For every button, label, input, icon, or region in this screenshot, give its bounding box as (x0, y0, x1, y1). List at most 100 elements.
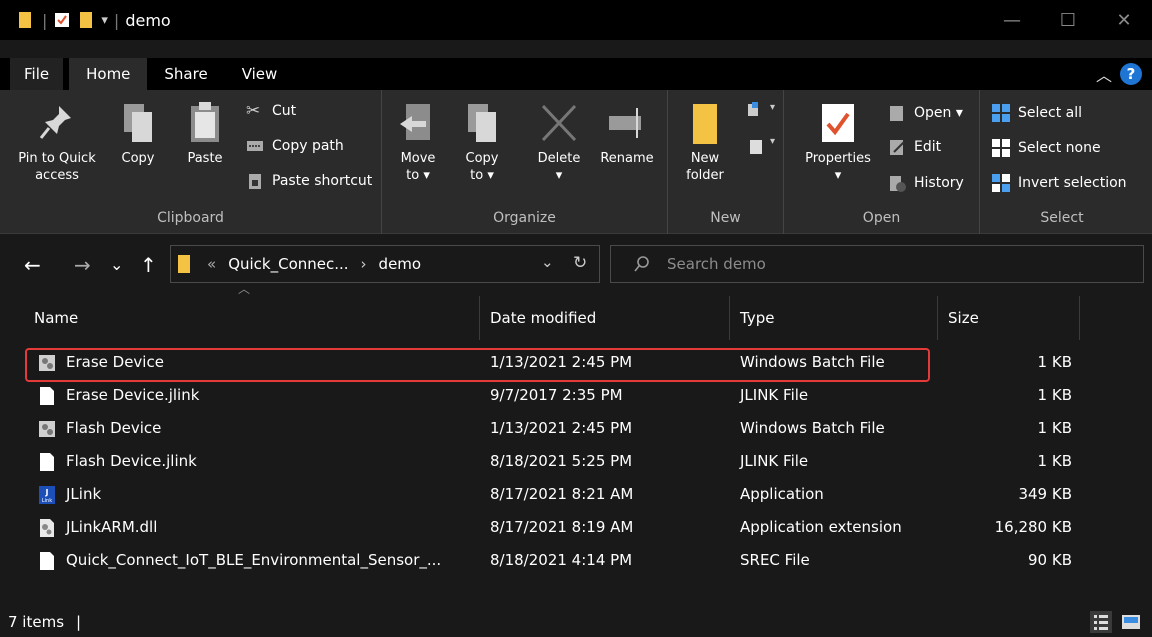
file-type: Application (740, 485, 824, 503)
history-button[interactable]: History (888, 174, 964, 192)
tab-share[interactable]: Share (147, 58, 224, 90)
file-date: 8/17/2021 8:21 AM (490, 485, 634, 503)
qat-divider: | (42, 10, 48, 30)
new-group: New folder ▾ ▾ New (668, 90, 784, 234)
select-all-icon (992, 104, 1010, 122)
help-icon[interactable]: ? (1120, 63, 1142, 85)
customize-qat-icon[interactable]: ▾ (101, 13, 108, 28)
move-to-icon (398, 100, 438, 146)
column-header-name[interactable]: Name (0, 296, 480, 340)
delete-button[interactable]: Delete ▾ (532, 100, 586, 184)
copy-to-icon (462, 100, 502, 146)
select-all-button[interactable]: Select all (992, 104, 1082, 122)
group-label-select: Select (1040, 210, 1084, 226)
item-count: 7 items (8, 613, 65, 631)
scissors-icon: ✂ (246, 101, 261, 121)
file-date: 8/18/2021 4:14 PM (490, 551, 633, 569)
file-name: Quick_Connect_IoT_BLE_Environmental_Sens… (66, 551, 442, 569)
collapse-ribbon-icon[interactable]: ︿ (1096, 62, 1112, 86)
properties-check-icon[interactable] (53, 11, 71, 29)
new-folder-button[interactable]: New folder (682, 100, 728, 184)
edit-button[interactable]: Edit (888, 138, 941, 156)
breadcrumb-demo[interactable]: demo (379, 255, 422, 273)
move-to-button[interactable]: Move to ▾ (396, 100, 440, 184)
file-row[interactable]: Flash Device 1/13/2021 2:45 PM Windows B… (0, 412, 1152, 445)
file-row[interactable]: Quick_Connect_IoT_BLE_Environmental_Sens… (0, 544, 1152, 577)
close-button[interactable]: ✕ (1096, 0, 1152, 40)
search-placeholder: Search demo (667, 255, 766, 273)
file-date: 8/18/2021 5:25 PM (490, 452, 633, 470)
file-row[interactable]: JLinkARM.dll 8/17/2021 8:19 AM Applicati… (0, 511, 1152, 544)
window-title: demo (125, 10, 171, 30)
copy-button[interactable]: Copy (114, 100, 162, 167)
rename-icon (607, 100, 647, 146)
overflow-crumb[interactable]: « (207, 255, 216, 273)
file-type: JLINK File (740, 386, 809, 404)
properties-button[interactable]: Properties ▾ (798, 100, 878, 184)
select-none-button[interactable]: Select none (992, 139, 1101, 157)
file-type: JLINK File (740, 452, 809, 470)
folder-icon (178, 255, 190, 273)
copy-path-button[interactable]: Copy path (246, 137, 344, 155)
open-button[interactable]: Open ▾ (888, 104, 963, 122)
document-icon (40, 387, 54, 405)
address-bar[interactable]: « Quick_Connec... › demo ⌄ ↻ (170, 245, 600, 283)
cut-button[interactable]: ✂ Cut (246, 102, 296, 120)
tab-file[interactable]: File (10, 58, 64, 90)
file-row[interactable]: J Link JLink 8/17/2021 8:21 AM Applicatio… (0, 478, 1152, 511)
qat-divider: | (113, 10, 120, 30)
tab-home[interactable]: Home (69, 58, 148, 90)
organize-group: Move to ▾ Copy to ▾ Delete ▾ Rename Orga… (382, 90, 668, 234)
pin-to-quick-access-button[interactable]: Pin to Quick access (14, 100, 100, 184)
file-row[interactable]: Erase Device.jlink 9/7/2017 2:35 PM JLIN… (0, 379, 1152, 412)
recent-locations-button[interactable]: ⌄ (110, 255, 123, 274)
title-bar: | ▾ | demo — ☐ ✕ (0, 0, 1152, 40)
breadcrumb-quick-connect[interactable]: Quick_Connec... (228, 255, 348, 273)
file-row[interactable]: Flash Device.jlink 8/18/2021 5:25 PM JLI… (0, 445, 1152, 478)
group-label-new: New (710, 210, 741, 226)
jlink-app-icon: JLink (39, 486, 55, 504)
sort-ascending-icon: ︿ (238, 282, 251, 296)
column-header-date[interactable]: Date modified (480, 296, 730, 340)
rename-button[interactable]: Rename (594, 100, 660, 167)
file-name: Flash Device (66, 419, 162, 437)
select-none-icon (992, 139, 1010, 157)
address-dropdown-button[interactable]: ⌄ (541, 253, 554, 271)
back-button[interactable]: ← (24, 253, 41, 277)
new-folder-icon[interactable] (77, 11, 95, 29)
details-view-icon[interactable] (1090, 611, 1112, 633)
invert-selection-icon (992, 174, 1010, 192)
svg-text:J: J (45, 488, 49, 497)
refresh-button[interactable]: ↻ (573, 253, 587, 273)
up-button[interactable]: ↑ (140, 253, 157, 277)
breadcrumb-separator[interactable]: › (361, 255, 367, 273)
file-type: Windows Batch File (740, 419, 885, 437)
column-header-size[interactable]: Size (938, 296, 1080, 340)
file-size: 1 KB (1037, 353, 1072, 371)
paste-shortcut-button[interactable]: Paste shortcut (246, 172, 372, 190)
file-name: Flash Device.jlink (66, 452, 197, 470)
copy-to-button[interactable]: Copy to ▾ (460, 100, 504, 184)
ribbon: Pin to Quick access Copy Paste ✂ Cut Cop… (0, 90, 1152, 234)
folder-icon (19, 12, 31, 28)
invert-selection-button[interactable]: Invert selection (992, 174, 1127, 192)
search-box[interactable]: Search demo (610, 245, 1144, 283)
paste-shortcut-icon (246, 172, 264, 190)
document-icon (40, 552, 54, 570)
forward-button[interactable]: → (74, 253, 91, 277)
history-icon (888, 174, 906, 192)
minimize-button[interactable]: — (984, 0, 1040, 40)
group-label-clipboard: Clipboard (157, 210, 224, 226)
new-item-icon[interactable]: ▾ (746, 102, 775, 126)
edit-icon (888, 138, 906, 156)
paste-icon (185, 100, 225, 146)
column-header-type[interactable]: Type (730, 296, 938, 340)
pin-icon (37, 100, 77, 146)
large-icons-view-icon[interactable] (1120, 611, 1142, 633)
quick-access-toolbar: | ▾ | (0, 11, 119, 30)
tab-view[interactable]: View (225, 58, 295, 90)
easy-access-icon[interactable]: ▾ (746, 136, 775, 160)
maximize-button[interactable]: ☐ (1040, 0, 1096, 40)
paste-button[interactable]: Paste (180, 100, 230, 167)
file-name: JLinkARM.dll (66, 518, 158, 536)
